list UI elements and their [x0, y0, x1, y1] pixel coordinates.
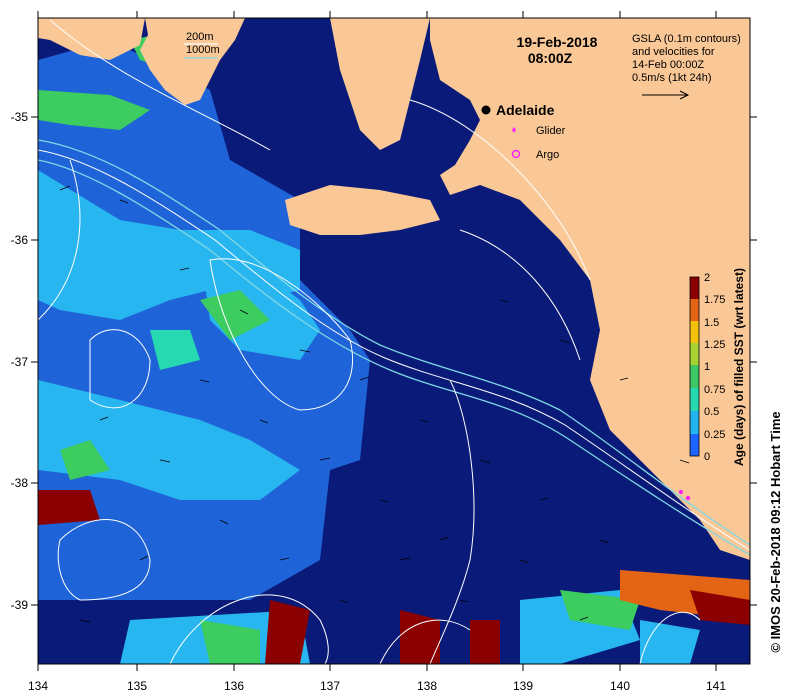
- colorbar-tick: 0.25: [704, 429, 725, 441]
- x-tick-label: 137: [320, 679, 340, 693]
- glider-label: Glider: [536, 125, 566, 137]
- map-date: 19-Feb-2018: [517, 34, 598, 50]
- gsla-legend-line: GSLA (0.1m contours): [632, 33, 741, 45]
- colorbar-tick: 1.75: [704, 294, 725, 306]
- x-tick-label: 134: [28, 679, 48, 693]
- x-tick-label: 135: [127, 679, 147, 693]
- y-tick-label: -37: [11, 355, 29, 369]
- colorbar-tick: 1.5: [704, 317, 719, 329]
- colorbar-tick: 0.75: [704, 384, 725, 396]
- y-tick-label: -35: [11, 110, 29, 124]
- x-tick-label: 141: [706, 679, 726, 693]
- x-tick-label: 139: [513, 679, 533, 693]
- x-tick-label: 140: [610, 679, 630, 693]
- gsla-legend-line: and velocities for: [632, 46, 715, 58]
- map-plot: [38, 18, 750, 664]
- colorbar-tick: 1.25: [704, 339, 725, 351]
- adelaide-label: Adelaide: [496, 102, 555, 118]
- y-tick-label: -36: [11, 233, 29, 247]
- x-tick-label: 138: [417, 679, 437, 693]
- colorbar-tick: 0.5: [704, 406, 719, 418]
- y-tick-label: -39: [11, 598, 29, 612]
- map-time: 08:00Z: [528, 50, 573, 66]
- colorbar-tick: 2: [704, 272, 710, 284]
- credit-text: © IMOS 20-Feb-2018 09:12 Hobart Time: [768, 411, 783, 652]
- argo-label: Argo: [536, 149, 559, 161]
- gsla-legend-line: 14-Feb 00:00Z: [632, 59, 704, 71]
- adelaide-marker: [481, 105, 491, 115]
- colorbar-title: Age (days) of filled SST (wrt latest): [732, 268, 746, 466]
- x-tick-label: 136: [224, 679, 244, 693]
- y-tick-label: -38: [11, 476, 29, 490]
- legend-1000m-label: 1000m: [186, 44, 220, 56]
- gsla-legend-line: 0.5m/s (1kt 24h): [632, 72, 711, 84]
- legend-200m-label: 200m: [186, 31, 214, 43]
- colorbar-tick: 0: [704, 451, 710, 463]
- colorbar-tick: 1: [704, 361, 710, 373]
